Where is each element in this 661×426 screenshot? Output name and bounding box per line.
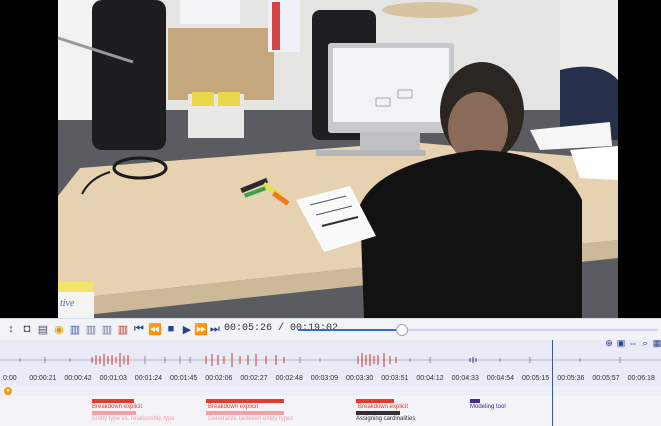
ruler-tick-label: 00:01:03 [99,375,127,382]
annotation-bar-breakdown-3[interactable] [356,399,394,403]
flyer-text: tive [60,298,75,309]
tier-merge-icon[interactable]: ▥ [100,322,114,336]
ruler-tick-label: 00:03:30 [346,375,374,382]
ruler-tick-label: 00:01:45 [170,375,198,382]
annotation-bar-modeling-tool[interactable] [470,399,480,403]
annotation-tiers[interactable]: Breakdown explicit Entity type vs. relat… [0,396,661,426]
ruler-tick-label: 00:02:27 [240,375,268,382]
highlight-icon[interactable]: ◉ [52,322,66,336]
ruler-tick-label: 00:06:18 [627,375,655,382]
marker-icon[interactable]: ● [4,387,12,395]
waveform-graph [0,353,661,367]
annotation-bar-breakdown-2[interactable] [206,399,284,403]
annotation-bar-assigning[interactable] [356,411,400,415]
marker-row[interactable]: ● [0,386,661,396]
ruler-tick-label: 00:05:36 [557,375,585,382]
annotation-bar-breakdown-1[interactable] [92,399,134,403]
ruler-tick-label: 00:03:09 [310,375,339,382]
annotation-label-entity-type[interactable]: Entity type vs. relationship type [92,416,175,422]
seek-slider[interactable] [298,324,658,336]
ruler-tick-label: 00:01:24 [134,375,163,382]
skip-start-icon[interactable]: ⏮ [132,322,146,336]
skip-end-icon[interactable]: ⏭ [208,322,222,336]
ruler-tick-label: 00:05:15 [522,375,550,382]
annotation-bar-generalization[interactable] [206,411,284,415]
video-frame[interactable]: tive [0,0,661,318]
time-ruler[interactable]: 0:00 00:00:21 00:00:42 00:01:03 00:01:24 00:0… [0,372,661,387]
annotation-label-assigning[interactable]: Assigning cardinalities [356,416,415,422]
ruler-tick-label: 00:02:06 [205,375,233,382]
ruler-tick-label: 00:00:21 [29,375,57,382]
seek-progress [298,329,401,331]
annotation-label-breakdown-1[interactable]: Breakdown explicit [92,404,142,410]
ruler-tick-label: 00:04:33 [451,375,479,382]
annotation-bar-entity-type[interactable] [92,411,136,415]
annotation-label-generalization[interactable]: Generalize between entity types [208,416,293,422]
audio-waveform[interactable]: ⊕ ▣ ⇔ ⌕ ▦ [0,338,661,372]
document-icon[interactable]: ▤ [36,322,50,336]
tier-icon[interactable]: ▥ [84,322,98,336]
annotation-label-breakdown-2[interactable]: Breakdown explicit [208,404,258,410]
ruler-tick-label: 0:00 [3,375,17,382]
ruler-tick-label: 00:05:57 [592,375,620,382]
ruler-tick-label: 00:04:12 [416,375,444,382]
video-scene: tive [57,0,618,318]
ruler-tick-label: 00:03:51 [381,375,409,382]
tier-delete-icon[interactable]: ▥ [116,322,130,336]
seek-handle[interactable] [395,324,408,336]
play-icon[interactable]: ▶ [180,322,194,336]
playhead-line[interactable] [552,340,553,426]
tier-add-icon[interactable]: ▥ [68,322,82,336]
annotation-label-modeling-tool[interactable]: Modeling tool [470,404,506,410]
player-toolbar: ↕ ◘ ▤ ◉ ▥ ▥ ▥ ▥ ⏮ ⏪ ■ ▶ ⏩ ⏭ 00:05:26 / 0… [0,318,661,341]
annotation-label-breakdown-3[interactable]: Breakdown explicit [358,404,408,410]
stop-icon[interactable]: ■ [164,322,178,336]
mark-icon[interactable]: ↕ [4,322,18,336]
ruler-tick-label: 00:00:42 [64,375,92,382]
ruler-tick-label: 00:04:54 [486,375,515,382]
rewind-icon[interactable]: ⏪ [148,322,162,336]
camera-icon[interactable]: ◘ [20,322,34,336]
fast-forward-icon[interactable]: ⏩ [194,322,208,336]
ruler-tick-label: 00:02:48 [275,375,303,382]
